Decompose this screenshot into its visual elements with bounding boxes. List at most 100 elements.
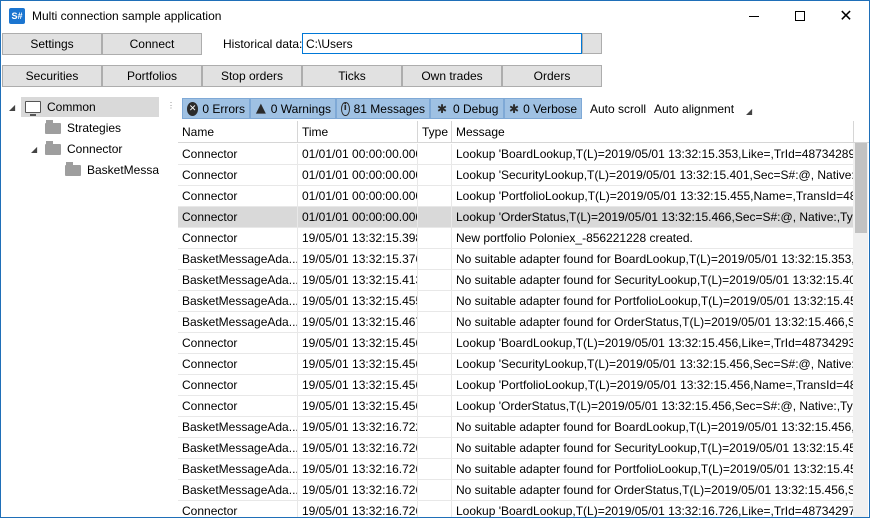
messages-filter-toggle[interactable]: i 81 Messages <box>336 98 430 119</box>
own-trades-button[interactable]: Own trades <box>402 65 502 87</box>
column-header-time[interactable]: Time <box>298 121 418 143</box>
cell-message: Lookup 'SecurityLookup,T(L)=2019/05/01 1… <box>452 354 854 375</box>
errors-filter-toggle[interactable]: ✕ 0 Errors <box>182 98 250 119</box>
table-row[interactable]: Connector 19/05/01 13:32:15.456 Lookup 'Se… <box>178 354 854 375</box>
cell-time: 19/05/01 13:32:16.726 <box>298 438 418 459</box>
cell-time: 19/05/01 13:32:15.456 <box>298 354 418 375</box>
table-row[interactable]: BasketMessageAda... 19/05/01 13:32:16.722… <box>178 417 854 438</box>
table-row[interactable]: BasketMessageAda... 19/05/01 13:32:15.376… <box>178 249 854 270</box>
table-row[interactable]: Connector 19/05/01 13:32:15.456 Lookup 'Bo… <box>178 333 854 354</box>
close-button[interactable]: ✕ <box>823 1 869 31</box>
table-row[interactable]: BasketMessageAda... 19/05/01 13:32:15.455… <box>178 291 854 312</box>
cell-type <box>418 144 452 165</box>
folder-icon <box>65 161 81 176</box>
stop-orders-button[interactable]: Stop orders <box>202 65 302 87</box>
column-header-type[interactable]: Type <box>418 121 452 143</box>
cell-type <box>418 291 452 312</box>
cell-time: 01/01/01 00:00:00.000 <box>298 186 418 207</box>
cell-time: 19/05/01 13:32:15.456 <box>298 375 418 396</box>
table-row[interactable]: BasketMessageAda... 19/05/01 13:32:16.726… <box>178 459 854 480</box>
scrollbar-thumb[interactable] <box>855 143 867 233</box>
auto-scroll-toggle[interactable]: Auto scroll <box>590 102 646 116</box>
cell-message: No suitable adapter found for SecurityLo… <box>452 438 854 459</box>
column-header-message[interactable]: Message <box>452 121 854 143</box>
cell-name: BasketMessageAda... <box>178 291 298 312</box>
tree-item-basket[interactable]: BasketMessa <box>65 160 159 180</box>
expand-arrow-icon[interactable]: ◢ <box>9 103 15 112</box>
cell-name: Connector <box>178 207 298 228</box>
maximize-button[interactable] <box>777 1 823 31</box>
connect-button[interactable]: Connect <box>102 33 202 55</box>
table-row[interactable]: BasketMessageAda... 19/05/01 13:32:15.413… <box>178 270 854 291</box>
table-row[interactable]: Connector 01/01/01 00:00:00.000 Lookup 'Po… <box>178 186 854 207</box>
cell-type <box>418 438 452 459</box>
table-row[interactable]: Connector 19/05/01 13:32:15.456 Lookup 'Or… <box>178 396 854 417</box>
folder-icon <box>45 119 61 134</box>
table-row[interactable]: Connector 01/01/01 00:00:00.000 Lookup 'Or… <box>178 207 854 228</box>
table-row[interactable]: Connector 01/01/01 00:00:00.000 Lookup 'Bo… <box>178 144 854 165</box>
table-row[interactable]: Connector 19/05/01 13:32:15.456 Lookup 'Po… <box>178 375 854 396</box>
table-row[interactable]: Connector 19/05/01 13:32:16.726 Lookup 'Bo… <box>178 501 854 517</box>
vertical-scrollbar[interactable] <box>853 143 868 517</box>
folder-icon <box>45 140 61 155</box>
cell-name: Connector <box>178 354 298 375</box>
cell-message: Lookup 'PortfolioLookup,T(L)=2019/05/01 … <box>452 186 854 207</box>
table-row[interactable]: BasketMessageAda... 19/05/01 13:32:16.726… <box>178 480 854 501</box>
window-title: Multi connection sample application <box>32 9 222 23</box>
warnings-count: 0 Warnings <box>270 101 331 116</box>
log-source-tree: ◢ Common Strategies ◢ Connector BasketMe… <box>1 96 161 517</box>
app-icon: S# <box>9 8 25 24</box>
cell-message: No suitable adapter found for BoardLooku… <box>452 249 854 270</box>
expand-arrow-icon[interactable]: ◢ <box>31 145 37 154</box>
cell-time: 19/05/01 13:32:15.455 <box>298 291 418 312</box>
tree-item-label: Common <box>47 100 96 114</box>
debug-filter-toggle[interactable]: ✱ 0 Debug <box>430 98 504 119</box>
cell-type <box>418 270 452 291</box>
historical-data-input[interactable] <box>302 33 582 54</box>
cell-time: 19/05/01 13:32:16.726 <box>298 480 418 501</box>
table-row[interactable]: BasketMessageAda... 19/05/01 13:32:16.726… <box>178 438 854 459</box>
cell-message: No suitable adapter found for SecurityLo… <box>452 270 854 291</box>
settings-button[interactable]: Settings <box>2 33 102 55</box>
tree-item-common[interactable]: Common <box>21 97 159 117</box>
cell-message: No suitable adapter found for PortfolioL… <box>452 291 854 312</box>
cell-message: No suitable adapter found for BoardLooku… <box>452 417 854 438</box>
tree-item-label: BasketMessa <box>86 163 159 177</box>
table-row[interactable]: BasketMessageAda... 19/05/01 13:32:15.467… <box>178 312 854 333</box>
cell-type <box>418 333 452 354</box>
cell-time: 19/05/01 13:32:15.376 <box>298 249 418 270</box>
verbose-filter-toggle[interactable]: ✱ 0 Verbose <box>504 98 582 119</box>
cell-name: Connector <box>178 333 298 354</box>
tree-item-connector[interactable]: Connector <box>45 139 159 159</box>
cell-message: No suitable adapter found for PortfolioL… <box>452 459 854 480</box>
warnings-filter-toggle[interactable]: ▲ 0 Warnings <box>250 98 336 119</box>
tree-item-strategies[interactable]: Strategies <box>45 118 159 138</box>
debug-count: 0 Debug <box>453 101 499 116</box>
cell-message: Lookup 'BoardLookup,T(L)=2019/05/01 13:3… <box>452 501 854 517</box>
overflow-menu-icon[interactable]: ◢ <box>746 107 752 116</box>
cell-name: Connector <box>178 165 298 186</box>
ticks-button[interactable]: Ticks <box>302 65 402 87</box>
securities-button[interactable]: Securities <box>2 65 102 87</box>
portfolios-button[interactable]: Portfolios <box>102 65 202 87</box>
minimize-button[interactable] <box>731 1 777 31</box>
column-header-name[interactable]: Name <box>178 121 298 143</box>
cell-message: Lookup 'BoardLookup,T(L)=2019/05/01 13:3… <box>452 333 854 354</box>
messages-count: 81 Messages <box>353 101 425 116</box>
cell-name: Connector <box>178 396 298 417</box>
cell-name: Connector <box>178 144 298 165</box>
cell-name: BasketMessageAda... <box>178 417 298 438</box>
historical-browse-button[interactable] <box>582 33 602 54</box>
orders-button[interactable]: Orders <box>502 65 602 87</box>
cell-name: BasketMessageAda... <box>178 459 298 480</box>
cell-message: New portfolio Poloniex_-856221228 create… <box>452 228 854 249</box>
splitter-grip-icon[interactable]: ⋮ <box>167 101 175 110</box>
table-row[interactable]: Connector 19/05/01 13:32:15.398 New portfo… <box>178 228 854 249</box>
historical-data-label: Historical data: <box>223 37 303 51</box>
title-bar[interactable]: S# Multi connection sample application ✕ <box>1 1 869 31</box>
auto-alignment-toggle[interactable]: Auto alignment <box>654 102 734 116</box>
table-row[interactable]: Connector 01/01/01 00:00:00.000 Lookup 'Se… <box>178 165 854 186</box>
tree-item-label: Connector <box>67 142 123 156</box>
cell-time: 19/05/01 13:32:15.467 <box>298 312 418 333</box>
cell-message: Lookup 'BoardLookup,T(L)=2019/05/01 13:3… <box>452 144 854 165</box>
